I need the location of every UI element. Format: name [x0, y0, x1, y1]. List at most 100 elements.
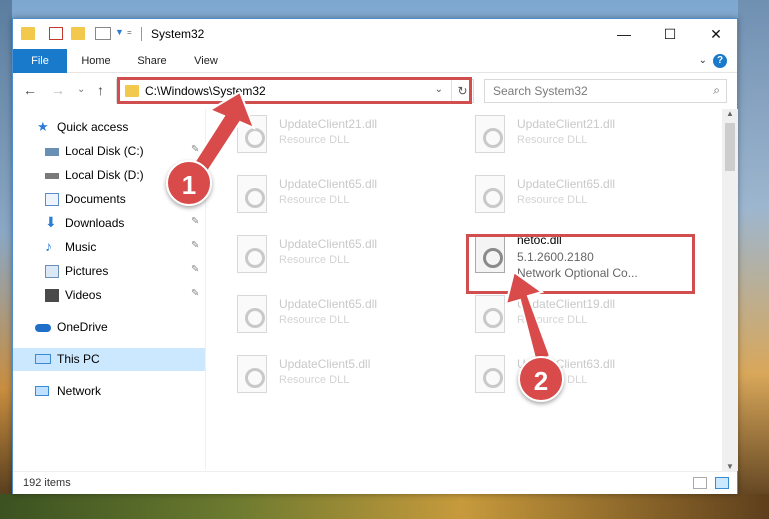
file-type: Resource DLL [517, 194, 588, 206]
dll-file-icon [237, 235, 267, 273]
file-name: UpdateClient65.dll [517, 177, 616, 191]
recent-locations-button[interactable]: ⌄ [77, 84, 85, 95]
step-badge-1: 1 [166, 160, 212, 206]
scroll-up-icon[interactable]: ▲ [722, 109, 738, 118]
network-icon [35, 386, 49, 396]
up-button[interactable]: ↑ [97, 82, 104, 98]
pin-icon[interactable]: ✎ [191, 264, 199, 275]
file-type: Resource DLL [517, 134, 588, 146]
sidebar-item-label: Videos [65, 288, 102, 302]
tab-home[interactable]: Home [73, 49, 119, 73]
customize-toolbar-icon[interactable] [95, 27, 111, 40]
minimize-button[interactable]: — [601, 19, 647, 49]
drive-icon [45, 173, 59, 179]
properties-icon[interactable] [49, 27, 63, 40]
sidebar-item-label: Documents [65, 192, 126, 206]
close-icon: ✕ [710, 25, 722, 42]
file-name: UpdateClient65.dll [279, 177, 378, 191]
file-name: UpdateClient21.dll [517, 117, 616, 131]
file-item[interactable]: UpdateClient65.dll Resource DLL [217, 169, 457, 223]
back-button[interactable]: ← [23, 82, 37, 98]
large-icons-view-icon[interactable] [715, 477, 729, 489]
file-name: UpdateClient5.dll [279, 357, 371, 371]
file-type: Resource DLL [517, 314, 588, 326]
close-button[interactable]: ✕ [693, 19, 739, 49]
file-item[interactable]: UpdateClient19.dll Resource DLL [455, 289, 695, 343]
scrollbar-thumb[interactable] [725, 123, 735, 171]
sidebar-item-local-disk-c[interactable]: Local Disk (C:) ✎ [13, 140, 205, 163]
sidebar-item-label: This PC [57, 352, 100, 366]
step-badge-2: 2 [518, 356, 564, 402]
desktop-wallpaper-right [738, 0, 769, 519]
title-bar: ▼ = System32 — ☐ ✕ [13, 19, 737, 49]
sidebar-item-label: Local Disk (C:) [65, 144, 144, 158]
folder-icon[interactable] [21, 27, 35, 40]
cloud-icon [35, 324, 51, 332]
file-item[interactable]: UpdateClient65.dll Resource DLL [217, 229, 457, 283]
file-item[interactable]: UpdateClient65.dll Resource DLL [455, 169, 695, 223]
pin-icon[interactable]: ✎ [191, 288, 199, 299]
window-title: System32 [151, 27, 205, 41]
sidebar-item-onedrive[interactable]: OneDrive [13, 316, 205, 339]
tab-share[interactable]: Share [129, 49, 175, 73]
sidebar-item-downloads[interactable]: ⬇ Downloads ✎ [13, 212, 205, 235]
sidebar-item-network[interactable]: Network [13, 380, 205, 403]
sidebar-item-label: Downloads [65, 216, 125, 230]
details-view-icon[interactable] [693, 477, 707, 489]
status-bar: 192 items [13, 471, 737, 494]
file-item[interactable]: UpdateClient21.dll Resource DLL [217, 109, 457, 163]
downloads-icon: ⬇ [45, 214, 57, 230]
toolbar-dropdown-icon-2[interactable]: = [127, 28, 132, 37]
documents-icon [45, 193, 59, 206]
pin-icon[interactable]: ✎ [191, 240, 199, 251]
pin-icon[interactable]: ✎ [191, 216, 199, 227]
file-name: UpdateClient21.dll [279, 117, 378, 131]
sidebar-item-pictures[interactable]: Pictures ✎ [13, 260, 205, 283]
sidebar-item-label: OneDrive [57, 320, 108, 334]
forward-button[interactable]: → [51, 82, 65, 98]
pin-icon[interactable]: ✎ [191, 144, 199, 155]
file-item[interactable]: UpdateClient5.dll Resource DLL [217, 349, 457, 403]
sidebar-item-music[interactable]: ♪ Music ✎ [13, 236, 205, 259]
search-input[interactable]: Search System32 ⌕ [484, 79, 727, 103]
file-item[interactable]: UpdateClient21.dll Resource DLL [455, 109, 695, 163]
search-icon[interactable]: ⌕ [713, 83, 720, 98]
dll-file-icon [475, 295, 505, 333]
tab-file[interactable]: File [13, 49, 67, 73]
vertical-scrollbar[interactable]: ▲ ▼ [722, 109, 738, 471]
scroll-down-icon[interactable]: ▼ [722, 462, 738, 471]
new-folder-icon[interactable] [71, 27, 85, 40]
sidebar-item-label: Local Disk (D:) [65, 168, 144, 182]
videos-icon [45, 289, 59, 302]
dll-file-icon [237, 115, 267, 153]
file-type: Resource DLL [279, 254, 350, 266]
item-count: 192 items [23, 477, 71, 489]
expand-ribbon-icon[interactable]: ⌄ [699, 55, 707, 66]
file-name: UpdateClient65.dll [279, 237, 378, 251]
toolbar-dropdown-icon[interactable]: ▼ [115, 27, 124, 37]
sidebar-item-label: Network [57, 384, 102, 398]
ribbon-tabs: File Home Share View ⌄ ? [13, 49, 737, 73]
file-name: UpdateClient19.dll [517, 297, 616, 311]
computer-icon [35, 354, 51, 364]
help-icon[interactable]: ? [713, 54, 727, 68]
pane-divider[interactable] [205, 109, 206, 469]
desktop-wallpaper-left [0, 0, 12, 519]
address-highlight-box [117, 77, 472, 104]
sidebar-item-videos[interactable]: Videos ✎ [13, 284, 205, 307]
sidebar-item-quick-access[interactable]: ★ Quick access [13, 116, 205, 139]
maximize-button[interactable]: ☐ [647, 19, 693, 49]
sidebar-item-label: Pictures [65, 264, 109, 278]
navigation-bar: ← → ⌄ ↑ C:\Windows\System32 ⌄ ↻ Search S… [13, 74, 737, 108]
dll-file-icon [237, 175, 267, 213]
tab-view[interactable]: View [185, 49, 227, 73]
file-type: Resource DLL [279, 314, 350, 326]
sidebar-item-this-pc[interactable]: This PC [13, 348, 205, 371]
file-item[interactable]: UpdateClient65.dll Resource DLL [217, 289, 457, 343]
file-type: Resource DLL [279, 194, 350, 206]
title-separator [141, 27, 142, 41]
dll-file-icon [237, 295, 267, 333]
file-item[interactable]: UpdateClient63.dll Resource DLL [455, 349, 695, 403]
file-name: UpdateClient65.dll [279, 297, 378, 311]
pictures-icon [45, 265, 59, 278]
